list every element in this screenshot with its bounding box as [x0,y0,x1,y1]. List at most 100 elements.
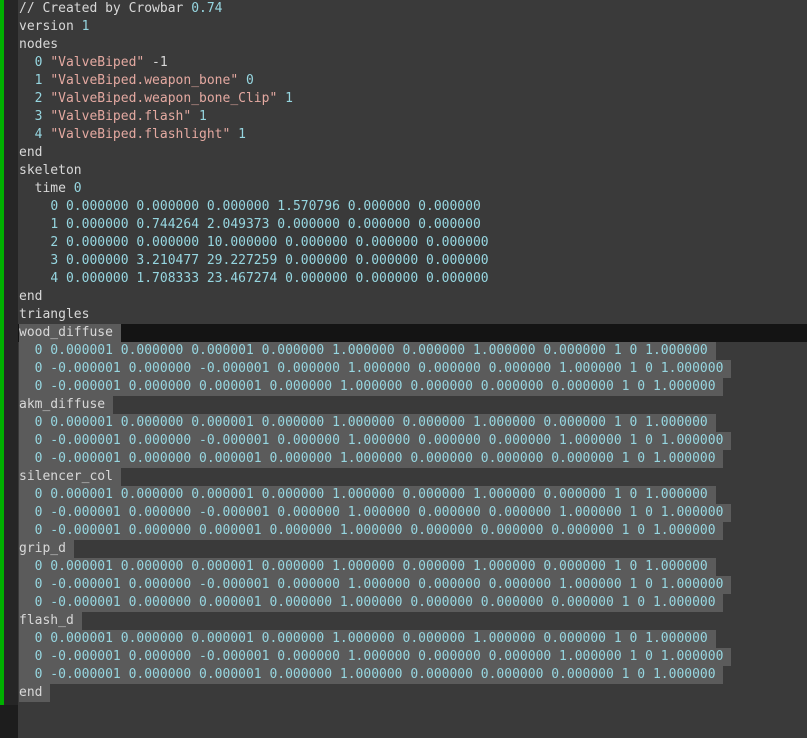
code-line[interactable]: nodes [19,36,807,54]
code-line[interactable]: 0 0.000000 0.000000 0.000000 1.570796 0.… [19,198,807,216]
code-token: 0 -0.000001 0.000000 0.000001 0.000000 1… [34,379,716,394]
selected-text: 0 0.000001 0.000000 0.000001 0.000000 1.… [19,486,716,504]
code-token: wood_diffuse [19,325,113,340]
code-token: 4 0.000000 1.708333 23.467274 0.000000 0… [50,271,489,286]
code-token: 0 -0.000001 0.000000 -0.000001 0.000000 … [34,649,724,664]
code-line[interactable]: 0 -0.000001 0.000000 -0.000001 0.000000 … [19,576,807,594]
code-line[interactable]: 0 0.000001 0.000000 0.000001 0.000000 1.… [19,486,807,504]
code-token: triangles [19,307,90,322]
code-token: grip_d [19,541,66,556]
selected-text: silencer_col [19,468,121,486]
code-line[interactable]: 3 0.000000 3.210477 29.227259 0.000000 0… [19,252,807,270]
code-token: end [19,145,43,160]
code-token: nodes [19,37,59,52]
code-token: 1 [191,109,207,124]
code-token: akm_diffuse [19,397,106,412]
selected-text: 0 -0.000001 0.000000 -0.000001 0.000000 … [19,432,732,450]
code-line[interactable]: 0 -0.000001 0.000000 0.000001 0.000000 1… [19,522,807,540]
line-text: time 0 [19,181,82,196]
code-line[interactable]: version 1 [19,18,807,36]
selected-text: 0 -0.000001 0.000000 -0.000001 0.000000 … [19,576,732,594]
code-token: 0 0.000000 0.000000 0.000000 1.570796 0.… [50,199,481,214]
line-text: 3 "ValveBiped.flash" 1 [19,109,207,124]
selected-text: 0 -0.000001 0.000000 -0.000001 0.000000 … [19,360,732,378]
gutter-end [0,705,18,738]
code-token: version [19,19,82,34]
code-line[interactable]: 0 -0.000001 0.000000 0.000001 0.000000 1… [19,378,807,396]
code-line[interactable]: 0 -0.000001 0.000000 0.000001 0.000000 1… [19,594,807,612]
code-line[interactable]: 0 0.000001 0.000000 0.000001 0.000000 1.… [19,558,807,576]
code-line[interactable]: end [19,288,807,306]
code-line[interactable]: 2 "ValveBiped.weapon_bone_Clip" 1 [19,90,807,108]
code-line[interactable]: silencer_col [19,468,807,486]
code-token: 0 -0.000001 0.000000 0.000001 0.000000 1… [34,667,716,682]
code-line[interactable]: 0 -0.000001 0.000000 -0.000001 0.000000 … [19,432,807,450]
code-line[interactable]: 0 -0.000001 0.000000 -0.000001 0.000000 … [19,504,807,522]
code-token: "ValveBiped.weapon_bone" [50,73,239,88]
code-token: 0 0.000001 0.000000 0.000001 0.000000 1.… [34,343,708,358]
code-token: // Created by Crowbar [19,1,192,16]
code-line[interactable]: 0 -0.000001 0.000000 0.000001 0.000000 1… [19,666,807,684]
selected-text: 0 0.000001 0.000000 0.000001 0.000000 1.… [19,630,716,648]
code-line[interactable]: triangles [19,306,807,324]
code-token: 2 0.000000 0.000000 10.000000 0.000000 0… [50,235,489,250]
line-text: 0 0.000000 0.000000 0.000000 1.570796 0.… [19,199,481,214]
code-line[interactable]: 0 -0.000001 0.000000 0.000001 0.000000 1… [19,450,807,468]
code-line[interactable]: time 0 [19,180,807,198]
code-token: 0 [73,181,82,196]
line-text: 0 "ValveBiped" -1 [19,55,168,70]
line-text: 3 0.000000 3.210477 29.227259 0.000000 0… [19,253,488,268]
code-line[interactable]: 0 -0.000001 0.000000 -0.000001 0.000000 … [19,648,807,666]
editor-gutter [4,0,18,738]
code-line[interactable]: grip_d [19,540,807,558]
selected-text: 0 0.000001 0.000000 0.000001 0.000000 1.… [19,558,716,576]
code-token: 0 -0.000001 0.000000 -0.000001 0.000000 … [34,433,724,448]
line-text: 4 0.000000 1.708333 23.467274 0.000000 0… [19,271,489,286]
code-token: 2 [34,91,51,106]
code-token: end [19,289,43,304]
selected-text: flash_d [19,612,82,630]
code-line[interactable]: 4 0.000000 1.708333 23.467274 0.000000 0… [19,270,807,288]
selected-text: 0 0.000001 0.000000 0.000001 0.000000 1.… [19,342,716,360]
code-line[interactable]: wood_diffuse [19,324,807,342]
selected-text: 0 -0.000001 0.000000 -0.000001 0.000000 … [19,504,732,522]
code-line[interactable]: flash_d [19,612,807,630]
code-line[interactable]: 0 "ValveBiped" -1 [19,54,807,72]
code-token: 1 [230,127,246,142]
code-line[interactable]: end [19,684,807,702]
code-line[interactable]: 1 0.000000 0.744264 2.049373 0.000000 0.… [19,216,807,234]
selected-text: 0 -0.000001 0.000000 0.000001 0.000000 1… [19,378,724,396]
code-line[interactable]: end [19,144,807,162]
code-token: 0 -0.000001 0.000000 0.000001 0.000000 1… [34,595,716,610]
selected-text: akm_diffuse [19,396,113,414]
code-token: 1 [34,73,51,88]
line-text: 1 0.000000 0.744264 2.049373 0.000000 0.… [19,217,480,232]
code-token: 0 -0.000001 0.000000 -0.000001 0.000000 … [34,577,724,592]
code-token: end [19,685,43,700]
code-token: "ValveBiped.weapon_bone_Clip" [50,91,278,106]
code-line[interactable]: 3 "ValveBiped.flash" 1 [19,108,807,126]
code-token: time [34,181,74,196]
code-token: "ValveBiped.flash" [50,109,192,124]
code-token: 0 -0.000001 0.000000 0.000001 0.000000 1… [34,523,716,538]
line-text: 1 "ValveBiped.weapon_bone" 0 [19,73,254,88]
code-line[interactable]: 2 0.000000 0.000000 10.000000 0.000000 0… [19,234,807,252]
line-text: 2 0.000000 0.000000 10.000000 0.000000 0… [19,235,489,250]
code-line[interactable]: 4 "ValveBiped.flashlight" 1 [19,126,807,144]
code-line[interactable]: skeleton [19,162,807,180]
code-line[interactable]: // Created by Crowbar 0.74 [19,0,807,18]
code-line[interactable]: akm_diffuse [19,396,807,414]
code-line[interactable]: 0 0.000001 0.000000 0.000001 0.000000 1.… [19,630,807,648]
code-token: 0 -0.000001 0.000000 -0.000001 0.000000 … [34,505,724,520]
line-text: end [19,145,42,160]
code-line[interactable]: 1 "ValveBiped.weapon_bone" 0 [19,72,807,90]
selected-text: 0 -0.000001 0.000000 0.000001 0.000000 1… [19,666,724,684]
code-editor[interactable]: // Created by Crowbar 0.74 version 1 nodes… [19,0,807,702]
code-line[interactable]: 0 0.000001 0.000000 0.000001 0.000000 1.… [19,414,807,432]
selected-text: 0 -0.000001 0.000000 0.000001 0.000000 1… [19,450,724,468]
line-text: triangles [19,307,89,322]
code-line[interactable]: 0 0.000001 0.000000 0.000001 0.000000 1.… [19,342,807,360]
code-line[interactable]: 0 -0.000001 0.000000 -0.000001 0.000000 … [19,360,807,378]
code-token: 3 [34,109,51,124]
code-token: flash_d [19,613,74,628]
